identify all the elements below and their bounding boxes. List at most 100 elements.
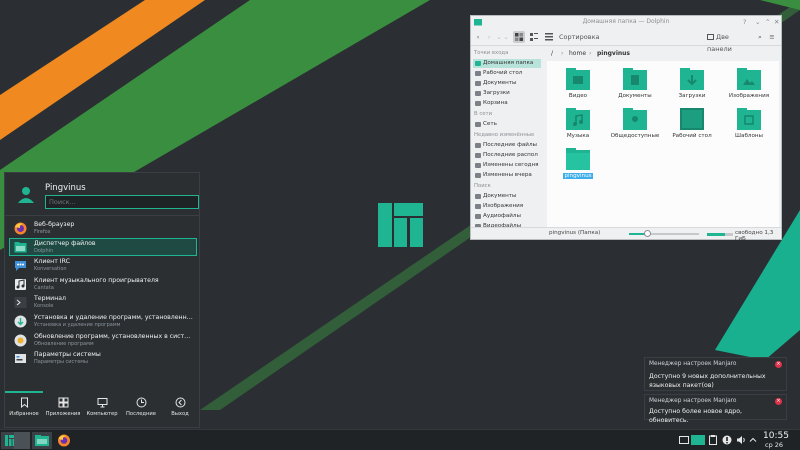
sidebar-item-label: Изменены сегодня: [483, 162, 539, 168]
file-item-pictures[interactable]: Изображения: [724, 67, 774, 99]
sidebar-item-documents[interactable]: Документы: [473, 79, 541, 88]
back-button[interactable]: ‹: [473, 31, 483, 43]
manjaro-settings-icon[interactable]: [691, 435, 705, 445]
places-header: Точки входа: [474, 50, 509, 56]
notification-1[interactable]: Менеджер настроек Manjaro × Доступно 9 н…: [644, 357, 787, 391]
manjaro-logo: [378, 203, 423, 247]
clock-date[interactable]: ср 26: [765, 441, 783, 449]
clock-time[interactable]: 10:55: [763, 431, 789, 441]
templates-folder-icon: [737, 108, 761, 130]
app-item-irc[interactable]: Клиент IRC Konversation: [9, 256, 197, 274]
app-title: Терминал: [34, 295, 66, 303]
user-row: Pingvinus: [13, 181, 199, 215]
launcher-search-input[interactable]: [45, 195, 199, 209]
notification-bell-icon[interactable]: [722, 435, 732, 445]
details-view-button[interactable]: [543, 31, 555, 43]
icons-view-button[interactable]: [513, 31, 525, 43]
task-firefox[interactable]: [55, 432, 73, 449]
tab-computer[interactable]: Компьютер: [83, 397, 121, 425]
sidebar-item-search-images[interactable]: Изображения: [473, 202, 541, 211]
file-item-public[interactable]: Общедоступные: [610, 107, 660, 139]
sidebar-item-recent-locations[interactable]: Последние распол: [473, 151, 541, 160]
active-tab-indicator: [5, 391, 43, 393]
tab-recent[interactable]: Последние: [122, 397, 160, 425]
file-label: Музыка: [566, 133, 590, 139]
window-icon[interactable]: [679, 435, 689, 445]
sidebar-item-modified-today[interactable]: Изменены сегодня: [473, 161, 541, 170]
clock-icon: [136, 397, 146, 408]
hamburger-menu-icon[interactable]: ≡: [767, 31, 777, 43]
zoom-slider[interactable]: [629, 230, 699, 237]
sidebar-item-home[interactable]: Домашняя папка: [473, 59, 541, 68]
tab-exit[interactable]: Выход: [161, 397, 199, 425]
app-item-updater[interactable]: Обновление программ, установленных в сис…: [9, 331, 197, 349]
sidebar-item-recent-files[interactable]: Последние файлы: [473, 141, 541, 150]
notification-body: Доступно более новое ядро, обновитесь.: [649, 408, 742, 424]
app-item-package-manager[interactable]: Установка и удаление программ, установле…: [9, 312, 197, 330]
app-item-cantata[interactable]: Клиент музыкального проигрывателя Cantat…: [9, 275, 197, 293]
breadcrumb-home[interactable]: home: [569, 50, 586, 57]
file-label: Шаблоны: [735, 133, 763, 139]
sort-button[interactable]: Сортировка: [559, 31, 600, 43]
package-icon: [14, 315, 27, 328]
search-icon[interactable]: ⌕: [755, 31, 765, 43]
close-icon[interactable]: ×: [775, 361, 782, 368]
file-item-pingvinus[interactable]: pingvinus: [553, 147, 603, 179]
tab-favorites[interactable]: Избранное: [5, 397, 43, 425]
avatar-icon[interactable]: [17, 185, 35, 203]
sidebar-item-network[interactable]: Сеть: [473, 120, 541, 129]
maximize-button[interactable]: ⌃: [765, 18, 770, 26]
app-item-konsole[interactable]: Терминал Konsole: [9, 293, 197, 311]
sidebar-item-search-documents[interactable]: Документы: [473, 192, 541, 201]
breadcrumb-current[interactable]: pingvinus: [597, 50, 630, 57]
volume-icon[interactable]: [736, 435, 746, 445]
app-subtitle: Установка и удаление программ: [34, 321, 121, 328]
notification-2[interactable]: Менеджер настроек Manjaro × Доступно бол…: [644, 394, 787, 424]
close-icon[interactable]: ×: [775, 398, 782, 405]
close-button[interactable]: ✕: [774, 18, 779, 26]
sidebar-item-search-audio[interactable]: Аудиофайлы: [473, 212, 541, 221]
breadcrumb-root[interactable]: /: [551, 50, 553, 57]
file-item-music[interactable]: Музыка: [553, 107, 603, 139]
terminal-icon: [14, 297, 27, 309]
sidebar-item-label: Документы: [483, 80, 517, 86]
tab-applications[interactable]: Приложения: [44, 397, 82, 425]
app-item-system-settings[interactable]: Параметры системы Параметры системы: [9, 349, 197, 367]
up-menu-icon[interactable]: ⌄: [502, 31, 510, 43]
file-item-documents[interactable]: Документы: [610, 67, 660, 99]
pager-desktop-1[interactable]: [14, 432, 30, 449]
network-icon: [475, 122, 481, 127]
sidebar-item-desktop[interactable]: Рабочий стол: [473, 69, 541, 78]
app-item-dolphin[interactable]: Диспетчер файлов Dolphin: [9, 237, 197, 256]
downloads-icon: [475, 91, 481, 96]
sidebar-item-label: Рабочий стол: [483, 70, 523, 76]
tray-expand-icon[interactable]: [749, 435, 757, 445]
tab-label: Выход: [171, 411, 189, 417]
forward-button[interactable]: ›: [484, 31, 494, 43]
sidebar-item-downloads[interactable]: Загрузки: [473, 89, 541, 98]
clipboard-icon[interactable]: [708, 435, 718, 445]
music-folder-icon: [566, 108, 590, 130]
split-view-button[interactable]: Две панели: [707, 31, 747, 53]
file-label: Документы: [618, 93, 652, 99]
help-button[interactable]: ?: [743, 18, 746, 26]
file-item-desktop[interactable]: Рабочий стол: [667, 107, 717, 139]
sidebar-item-trash[interactable]: Корзина: [473, 99, 541, 108]
compact-view-button[interactable]: [528, 31, 540, 43]
file-item-templates[interactable]: Шаблоны: [724, 107, 774, 139]
image-icon: [475, 204, 481, 209]
app-item-firefox[interactable]: Веб-браузер Firefox: [9, 219, 197, 237]
notification-title: Менеджер настроек Manjaro: [649, 398, 737, 404]
bookmark-icon: [20, 397, 28, 408]
window-titlebar[interactable]: Домашняя папка — Dolphin ? ⌄ ⌃ ✕: [471, 16, 781, 28]
app-title: Веб-браузер: [34, 221, 75, 228]
sidebar-item-modified-yesterday[interactable]: Изменены вчера: [473, 171, 541, 180]
file-item-video[interactable]: Видео: [553, 67, 603, 99]
zoom-slider-handle[interactable]: [643, 230, 651, 237]
file-item-downloads[interactable]: Загрузки: [667, 67, 717, 99]
documents-icon: [475, 81, 481, 86]
task-dolphin[interactable]: [32, 432, 52, 449]
minimize-button[interactable]: ⌄: [755, 18, 760, 26]
pictures-folder-icon: [737, 68, 761, 90]
taskbar: 10:55 ср 26: [0, 429, 800, 450]
